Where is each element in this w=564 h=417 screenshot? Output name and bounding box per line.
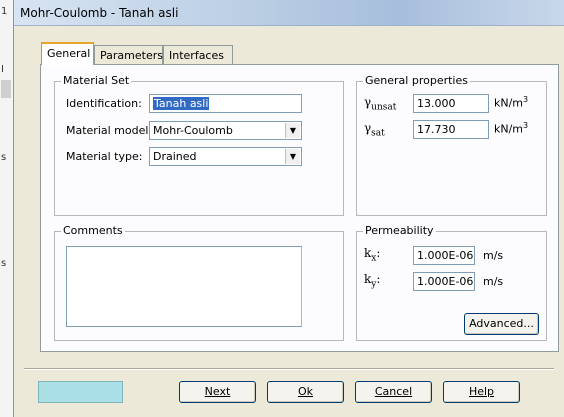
window-title: Mohr-Coulomb - Tanah asli (20, 6, 179, 20)
kx-field[interactable]: 1.000E-06 (413, 246, 475, 265)
identification-value: Tanah asli (153, 97, 210, 110)
ok-button[interactable]: Ok (267, 381, 344, 403)
edge-glyph: s (1, 152, 7, 163)
edge-glyph: 1 (1, 6, 8, 17)
kx-label: kx: (364, 246, 381, 264)
material-dialog: Mohr-Coulomb - Tanah asli General Parame… (13, 0, 564, 417)
edge-mark (1, 80, 11, 98)
material-type-label: Material type: (66, 150, 143, 163)
comments-title: Comments (61, 224, 125, 237)
chevron-down-icon[interactable]: ▼ (285, 149, 300, 164)
gamma-sat-unit: kN/m3 (494, 121, 529, 136)
identification-label: Identification: (66, 97, 142, 110)
material-type-value: Drained (153, 150, 197, 163)
chevron-down-icon[interactable]: ▼ (285, 123, 300, 138)
color-indicator[interactable] (38, 381, 123, 403)
material-set-title: Material Set (61, 74, 132, 87)
material-model-value: Mohr-Coulomb (153, 124, 233, 137)
general-properties-title: General properties (363, 74, 470, 87)
dialog-separator (24, 368, 554, 370)
kx-unit: m/s (483, 249, 504, 262)
general-tab-panel: Material Set Identification: Tanah asli … (40, 64, 559, 352)
material-type-select[interactable]: Drained ▼ (149, 147, 302, 166)
material-set-group: Material Set Identification: Tanah asli … (54, 74, 344, 216)
help-button[interactable]: Help (443, 381, 520, 403)
permeability-group: Permeability kx: 1.000E-06 m/s ky: 1.000… (356, 224, 547, 341)
identification-field[interactable]: Tanah asli (149, 94, 302, 113)
permeability-title: Permeability (363, 224, 436, 237)
material-model-select[interactable]: Mohr-Coulomb ▼ (149, 121, 302, 140)
ky-unit: m/s (483, 275, 504, 288)
gamma-unsat-unit: kN/m3 (494, 95, 529, 110)
gamma-unsat-label: γunsat (364, 95, 397, 113)
material-model-label: Material model: (66, 124, 153, 137)
advanced-button[interactable]: Advanced... (464, 313, 539, 335)
edge-glyph: I (1, 64, 4, 75)
next-button[interactable]: Next (179, 381, 256, 403)
gamma-unsat-field[interactable]: 13.000 (413, 94, 489, 113)
edge-glyph: s (1, 258, 7, 269)
tab-parameters[interactable]: Parameters (94, 45, 163, 65)
cancel-button[interactable]: Cancel (355, 381, 432, 403)
title-bar[interactable]: Mohr-Coulomb - Tanah asli (14, 0, 564, 26)
background-window-edge: 1 I s s (0, 0, 13, 417)
gamma-sat-label: γsat (364, 121, 385, 139)
comments-textarea[interactable] (66, 246, 302, 327)
gamma-sat-field[interactable]: 17.730 (413, 120, 489, 139)
ky-label: ky: (364, 272, 381, 290)
ky-field[interactable]: 1.000E-06 (413, 272, 475, 291)
comments-group: Comments (54, 224, 344, 341)
tab-general[interactable]: General (41, 42, 94, 65)
tab-interfaces[interactable]: Interfaces (163, 45, 233, 65)
general-properties-group: General properties γunsat 13.000 kN/m3 γ… (356, 74, 547, 216)
